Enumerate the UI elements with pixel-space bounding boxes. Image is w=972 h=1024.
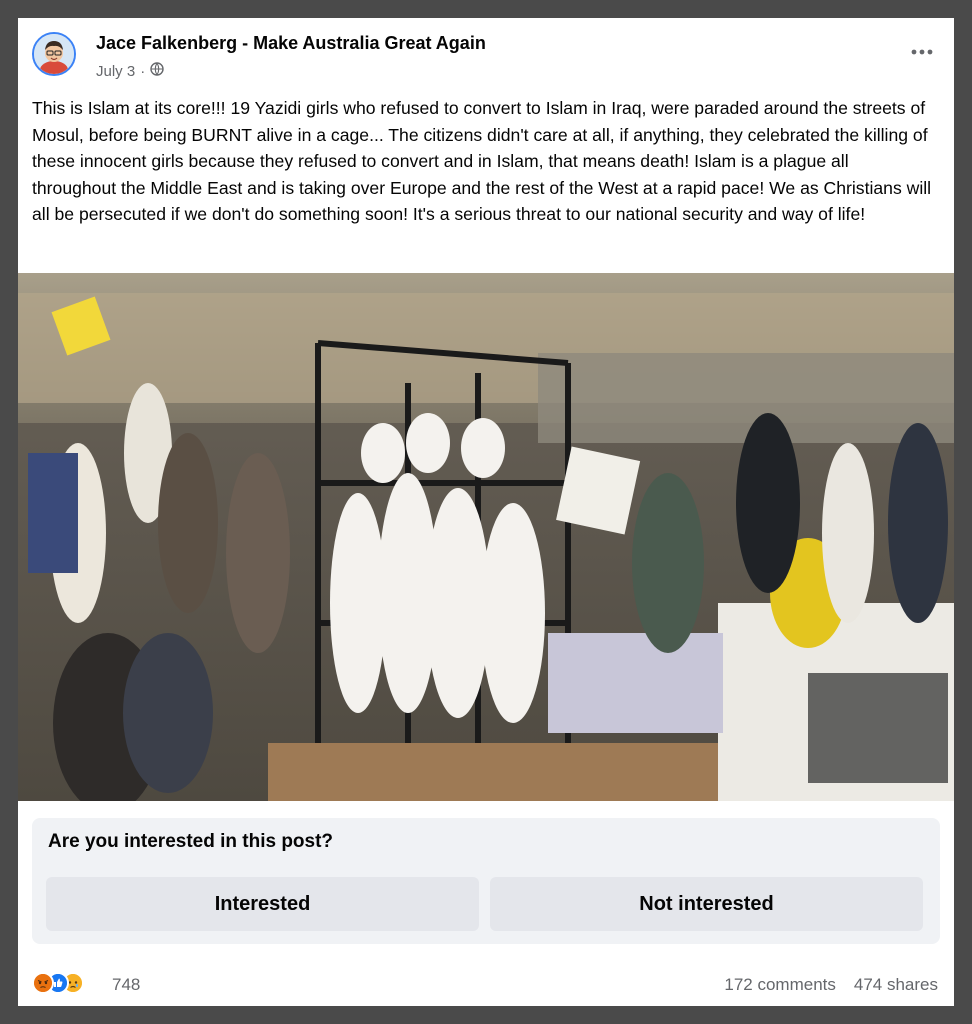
reaction-count[interactable]: 748	[112, 975, 140, 995]
more-options-button[interactable]	[904, 40, 940, 64]
interested-button[interactable]: Interested	[46, 877, 479, 931]
not-interested-button[interactable]: Not interested	[490, 877, 923, 931]
globe-icon	[150, 62, 164, 80]
more-horizontal-icon	[911, 49, 933, 55]
shares-count[interactable]: 474 shares	[854, 975, 938, 995]
post-footer: 748 172 comments 474 shares	[32, 970, 940, 1000]
post-text: This is Islam at its core!!! 19 Yazidi g…	[32, 98, 932, 224]
reactions-summary[interactable]	[32, 972, 84, 994]
avatar-illustration	[34, 34, 74, 74]
post-card: Jace Falkenberg - Make Australia Great A…	[18, 18, 954, 1006]
meta-separator: ·	[140, 62, 146, 80]
author-name[interactable]: Jace Falkenberg - Make Australia Great A…	[96, 33, 486, 54]
author-avatar[interactable]	[32, 32, 76, 76]
comments-count[interactable]: 172 comments	[724, 975, 836, 995]
photo-illustration	[18, 273, 954, 801]
post-meta: July 3 ·	[96, 62, 164, 80]
angry-reaction-icon	[32, 972, 54, 994]
post-date[interactable]: July 3	[96, 63, 135, 80]
post-photo[interactable]	[18, 273, 954, 801]
interest-survey: Are you interested in this post? Interes…	[32, 818, 940, 944]
survey-question: Are you interested in this post?	[48, 831, 334, 852]
engagement-counts: 172 comments 474 shares	[724, 975, 938, 995]
